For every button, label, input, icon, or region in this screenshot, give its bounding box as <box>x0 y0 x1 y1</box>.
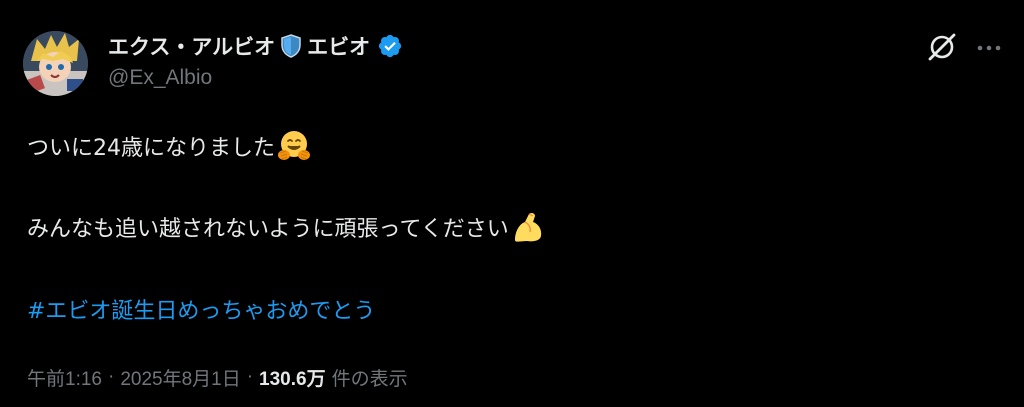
meta-separator: · <box>246 366 254 387</box>
tweet-card: エクス・アルビオ エビオ @Ex_Albio ついに24歳になりました みんなも… <box>0 0 1024 407</box>
views-count: 130.6万 <box>259 368 326 390</box>
tweet-date[interactable]: 2025年8月1日 <box>120 364 240 391</box>
tweet-text-line-1-text: ついに24歳になりました <box>27 136 275 161</box>
shield-emoji-icon <box>280 34 302 58</box>
more-options-icon[interactable] <box>976 40 1002 54</box>
verified-badge-icon[interactable] <box>377 33 403 59</box>
tweet-meta: 午前1:16 · 2025年8月1日 · 130.6万 件の表示 <box>27 360 408 394</box>
flexed-biceps-emoji-icon <box>511 210 545 244</box>
display-name-suffix[interactable]: エビオ <box>307 31 370 61</box>
display-name-prefix[interactable]: エクス・アルビオ <box>108 31 275 61</box>
meta-separator: · <box>107 366 115 387</box>
avatar[interactable] <box>23 31 88 96</box>
hugging-face-emoji-icon <box>277 129 311 163</box>
hashtag-link[interactable]: #エビオ誕生日めっちゃおめでとう <box>27 291 375 327</box>
avatar-image <box>23 31 88 96</box>
tweet-text-line-2: みんなも追い越されないように頑張ってください <box>27 207 545 247</box>
tweet-time[interactable]: 午前1:16 <box>27 364 102 391</box>
author-handle[interactable]: @Ex_Albio <box>108 66 212 90</box>
author-name-row: エクス・アルビオ エビオ <box>108 30 403 62</box>
tweet-text-line-2-text: みんなも追い越されないように頑張ってください <box>27 217 509 242</box>
views-label: 件の表示 <box>331 368 408 390</box>
grok-icon[interactable] <box>926 31 958 63</box>
tweet-text-line-1: ついに24歳になりました <box>27 126 311 166</box>
